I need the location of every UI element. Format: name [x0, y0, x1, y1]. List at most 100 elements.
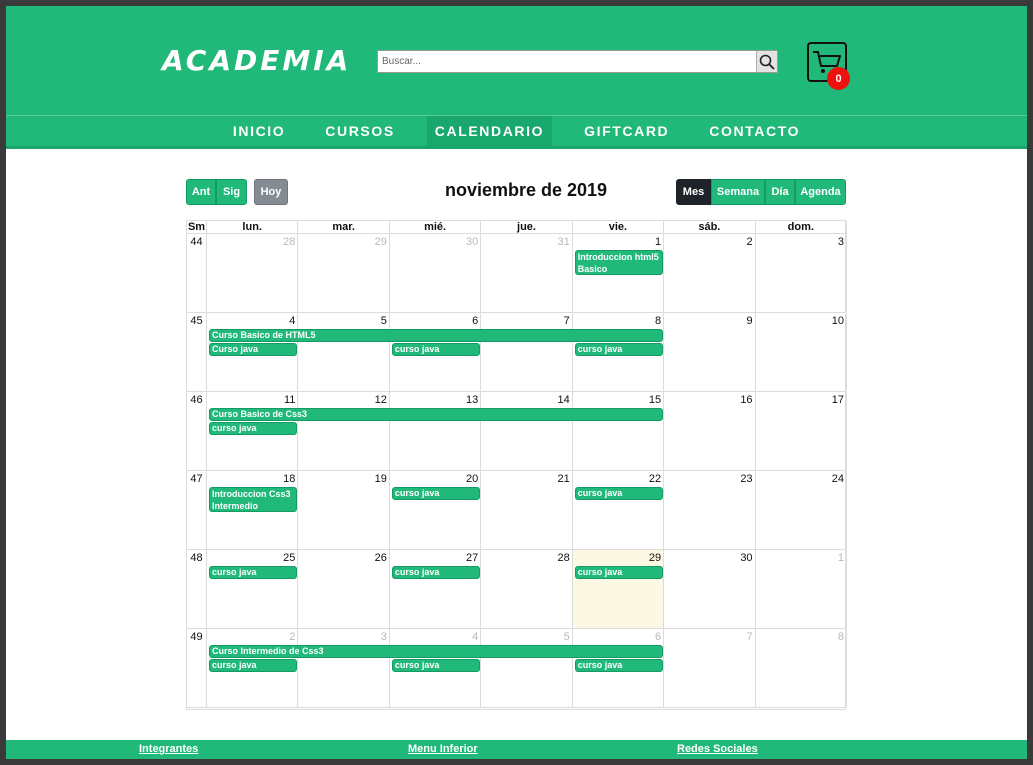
day-number[interactable]: 23: [740, 473, 752, 485]
day-number[interactable]: 7: [746, 631, 752, 643]
calendar-event[interactable]: Curso Basico de Css3: [209, 408, 664, 421]
day-cell[interactable]: 19: [298, 471, 390, 549]
day-cell[interactable]: 24: [756, 471, 847, 549]
day-cell[interactable]: 23: [664, 471, 756, 549]
calendar-event[interactable]: curso java: [391, 566, 481, 579]
day-cell[interactable]: 29: [298, 234, 390, 312]
day-number[interactable]: 29: [649, 552, 661, 564]
calendar-event[interactable]: curso java: [391, 659, 481, 672]
view-agenda-button[interactable]: Agenda: [795, 179, 846, 205]
calendar-event[interactable]: curso java: [391, 487, 481, 500]
calendar-event[interactable]: Introduccion html5 Basico: [574, 250, 664, 275]
calendar-event[interactable]: Introduccion Css3 Intermedio: [209, 487, 298, 512]
calendar-event[interactable]: curso java: [391, 343, 481, 356]
day-cell[interactable]: 3: [756, 234, 847, 312]
day-number[interactable]: 22: [649, 473, 661, 485]
day-number[interactable]: 11: [284, 394, 295, 406]
day-cell[interactable]: 9: [664, 313, 756, 391]
day-number[interactable]: 4: [472, 631, 478, 643]
day-number[interactable]: 4: [289, 315, 295, 327]
day-number[interactable]: 26: [375, 552, 387, 564]
footer-link-redes-sociales[interactable]: Redes Sociales: [677, 743, 758, 755]
day-cell[interactable]: 28: [481, 550, 573, 628]
site-logo[interactable]: ACADEMIA: [162, 44, 351, 77]
day-cell[interactable]: 25: [207, 550, 299, 628]
day-number[interactable]: 30: [740, 552, 752, 564]
day-number[interactable]: 20: [466, 473, 478, 485]
day-number[interactable]: 21: [557, 473, 569, 485]
nav-item-giftcard[interactable]: GIFTCARD: [564, 116, 689, 146]
day-number[interactable]: 10: [832, 315, 844, 327]
day-cell[interactable]: 3: [298, 629, 390, 707]
day-cell[interactable]: 30: [664, 550, 756, 628]
day-cell-today[interactable]: 29: [572, 550, 665, 628]
day-cell[interactable]: 7: [664, 629, 756, 707]
calendar-event[interactable]: curso java: [574, 343, 664, 356]
nav-item-calendario[interactable]: CALENDARIO: [426, 116, 553, 146]
day-number[interactable]: 17: [832, 394, 844, 406]
calendar-event[interactable]: Curso Basico de HTML5: [209, 329, 664, 342]
day-number[interactable]: 24: [832, 473, 844, 485]
day-cell[interactable]: 5: [298, 313, 390, 391]
day-number[interactable]: 31: [557, 236, 569, 248]
day-cell[interactable]: 22: [573, 471, 665, 549]
day-cell[interactable]: 2: [664, 234, 756, 312]
calendar-event[interactable]: curso java: [574, 487, 664, 500]
day-cell[interactable]: 14: [481, 392, 573, 470]
day-cell[interactable]: 17: [756, 392, 847, 470]
day-number[interactable]: 18: [283, 473, 295, 485]
day-number[interactable]: 13: [466, 394, 478, 406]
day-number[interactable]: 5: [381, 315, 387, 327]
day-number[interactable]: 28: [283, 236, 295, 248]
view-day-button[interactable]: Día: [765, 179, 795, 205]
search-input[interactable]: [378, 51, 756, 72]
day-number[interactable]: 3: [838, 236, 844, 248]
day-number[interactable]: 7: [564, 315, 570, 327]
day-cell[interactable]: 1: [756, 550, 847, 628]
day-number[interactable]: 8: [838, 631, 844, 643]
calendar-event[interactable]: curso java: [209, 566, 298, 579]
day-cell[interactable]: 13: [390, 392, 482, 470]
day-number[interactable]: 1: [655, 236, 661, 248]
calendar-event[interactable]: curso java: [209, 659, 298, 672]
day-cell[interactable]: 5: [481, 629, 573, 707]
day-number[interactable]: 3: [381, 631, 387, 643]
day-number[interactable]: 19: [375, 473, 387, 485]
day-number[interactable]: 15: [649, 394, 661, 406]
day-number[interactable]: 8: [655, 315, 661, 327]
day-number[interactable]: 30: [466, 236, 478, 248]
next-button[interactable]: Sig: [216, 179, 247, 205]
day-number[interactable]: 2: [746, 236, 752, 248]
day-cell[interactable]: 27: [390, 550, 482, 628]
view-month-button[interactable]: Mes: [676, 179, 711, 205]
day-cell[interactable]: 7: [481, 313, 573, 391]
view-week-button[interactable]: Semana: [711, 179, 765, 205]
day-cell[interactable]: 21: [481, 471, 573, 549]
today-button[interactable]: Hoy: [254, 179, 288, 205]
day-cell[interactable]: 20: [390, 471, 482, 549]
day-cell[interactable]: 28: [207, 234, 299, 312]
nav-item-cursos[interactable]: CURSOS: [305, 116, 415, 146]
day-number[interactable]: 6: [472, 315, 478, 327]
day-number[interactable]: 25: [283, 552, 295, 564]
day-cell[interactable]: 8: [756, 629, 847, 707]
day-number[interactable]: 12: [375, 394, 387, 406]
day-number[interactable]: 16: [740, 394, 752, 406]
day-number[interactable]: 28: [557, 552, 569, 564]
day-number[interactable]: 29: [375, 236, 387, 248]
search-button[interactable]: [756, 51, 777, 72]
day-number[interactable]: 6: [655, 631, 661, 643]
day-cell[interactable]: 31: [481, 234, 573, 312]
day-cell[interactable]: 26: [298, 550, 390, 628]
day-cell[interactable]: 16: [664, 392, 756, 470]
day-number[interactable]: 9: [746, 315, 752, 327]
nav-item-inicio[interactable]: INICIO: [213, 116, 305, 146]
day-cell[interactable]: 10: [756, 313, 847, 391]
day-cell[interactable]: 12: [298, 392, 390, 470]
calendar-event[interactable]: Curso Intermedio de Css3: [209, 645, 664, 658]
day-number[interactable]: 14: [557, 394, 569, 406]
calendar-event[interactable]: curso java: [574, 659, 664, 672]
calendar-event[interactable]: curso java: [209, 422, 298, 435]
calendar-event[interactable]: curso java: [574, 566, 664, 579]
day-number[interactable]: 2: [289, 631, 295, 643]
